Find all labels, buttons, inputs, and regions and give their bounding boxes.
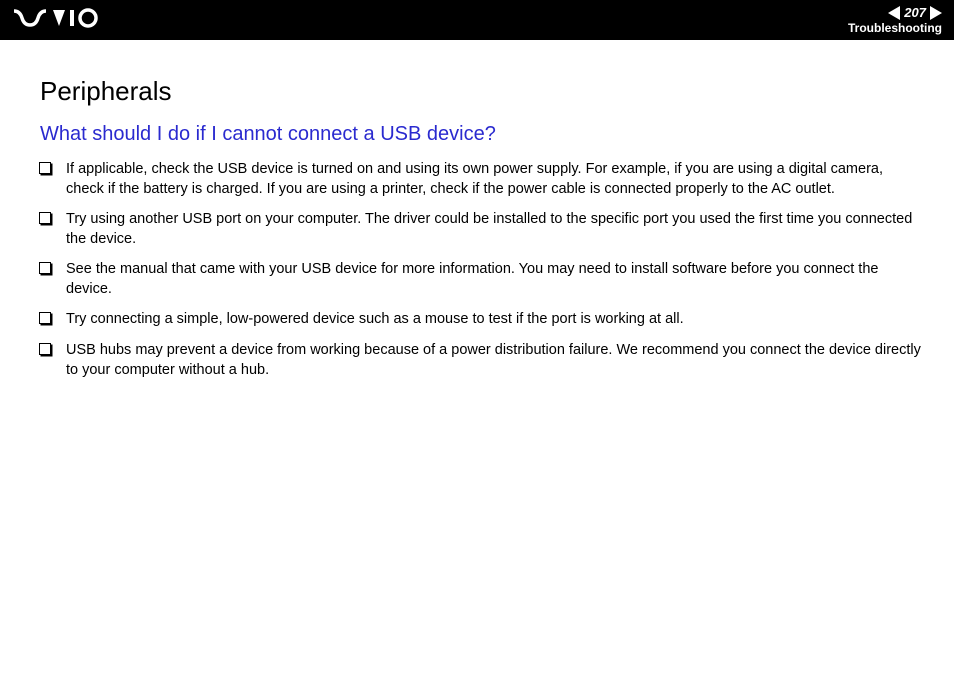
bullet-list: If applicable, check the USB device is t… (40, 160, 924, 380)
bullet-icon (40, 263, 52, 275)
bullet-text: USB hubs may prevent a device from worki… (66, 341, 924, 380)
question-heading: What should I do if I cannot connect a U… (40, 123, 924, 146)
list-item: Try using another USB port on your compu… (40, 210, 924, 249)
vaio-logo (12, 8, 102, 33)
bullet-icon (40, 344, 52, 356)
content-area: Peripherals What should I do if I cannot… (0, 40, 954, 411)
header-right: 207 Troubleshooting (848, 5, 942, 35)
bullet-text: Try using another USB port on your compu… (66, 210, 924, 249)
bullet-text: If applicable, check the USB device is t… (66, 160, 924, 199)
section-label: Troubleshooting (848, 21, 942, 35)
page-number: 207 (900, 5, 930, 20)
bullet-icon (40, 213, 52, 225)
list-item: Try connecting a simple, low-powered dev… (40, 310, 924, 330)
page-title: Peripherals (40, 76, 924, 107)
list-item: See the manual that came with your USB d… (40, 260, 924, 299)
header-bar: 207 Troubleshooting (0, 0, 954, 40)
next-page-arrow-icon[interactable] (930, 6, 942, 20)
list-item: USB hubs may prevent a device from worki… (40, 341, 924, 380)
page-nav: 207 (888, 5, 942, 20)
bullet-text: Try connecting a simple, low-powered dev… (66, 310, 924, 330)
list-item: If applicable, check the USB device is t… (40, 160, 924, 199)
prev-page-arrow-icon[interactable] (888, 6, 900, 20)
bullet-text: See the manual that came with your USB d… (66, 260, 924, 299)
bullet-icon (40, 313, 52, 325)
bullet-icon (40, 163, 52, 175)
